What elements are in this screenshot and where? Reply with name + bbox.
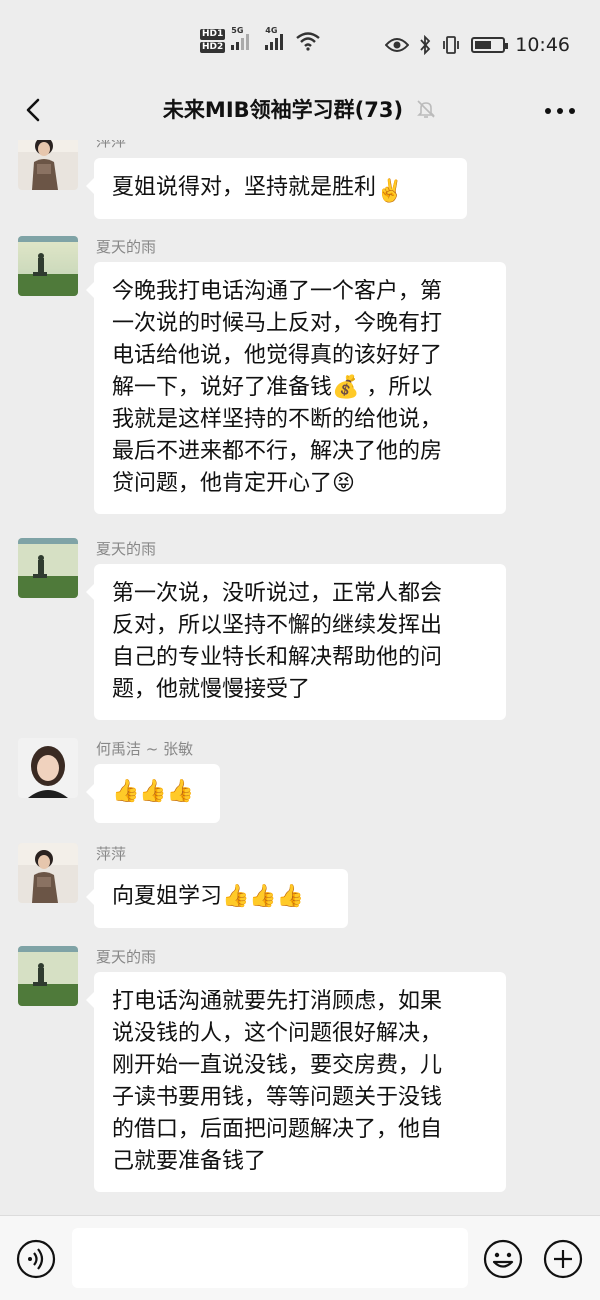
- chat-list[interactable]: 萍萍 夏姐说得对，坚持就是胜利✌️ 夏天的雨 今晚我打电话沟通了一个客户，第 一…: [0, 140, 600, 1215]
- network-4g-label: 4G: [265, 26, 278, 35]
- sender-name: 何禹洁 ~ 张敏: [96, 740, 194, 758]
- nav-bar: 未来MIB领袖学习群(73): [0, 80, 600, 140]
- avatar-woman-image: [18, 843, 78, 903]
- battery-icon: [471, 37, 509, 53]
- status-bar: HD1 HD2 5G 4G 10:46: [0, 0, 600, 90]
- signal-group: HD1 HD2 5G 4G: [200, 26, 321, 56]
- avatar[interactable]: [18, 738, 78, 798]
- avatar-woman-image: [18, 140, 78, 190]
- voice-button[interactable]: [15, 1238, 57, 1280]
- input-bar: [0, 1215, 600, 1300]
- vibrate-icon: [443, 36, 460, 54]
- avatar[interactable]: [18, 843, 78, 903]
- victory-emoji-icon: ✌️: [376, 179, 404, 204]
- message-line: 今晚我打电话沟通了一个客户，第: [112, 279, 443, 304]
- avatar[interactable]: [18, 946, 78, 1006]
- sender-name: 夏天的雨: [96, 540, 157, 558]
- message-bubble[interactable]: 夏姐说得对，坚持就是胜利✌️: [86, 158, 467, 219]
- avatar[interactable]: [18, 538, 78, 598]
- more-button[interactable]: [542, 96, 578, 126]
- eye-icon: [385, 38, 410, 52]
- message-line: 子读书要用钱，等等问题关于没钱: [112, 1085, 443, 1110]
- sender-name: 萍萍: [96, 845, 127, 863]
- battery-level: [475, 41, 492, 49]
- message-text: 向夏姐学习👍👍👍: [112, 884, 305, 909]
- message-line: 己就要准备钱了: [112, 1149, 267, 1174]
- avatar[interactable]: [18, 140, 78, 190]
- network-5g-label: 5G: [231, 26, 244, 35]
- sender-name: 夏天的雨: [96, 238, 157, 256]
- smiley-icon: [483, 1239, 523, 1279]
- message-bubble[interactable]: 今晚我打电话沟通了一个客户，第 一次说的时候马上反对，今晚有打 电话给他说，他觉…: [86, 262, 506, 514]
- message-line: 的借口，后面把问题解决了，他自: [112, 1117, 443, 1142]
- more-horizontal-icon: [545, 108, 575, 114]
- message-bubble[interactable]: 打电话沟通就要先打消顾虑，如果 说没钱的人，这个问题很好解决， 刚开始一直说没钱…: [86, 972, 506, 1192]
- avatar-field-image: [18, 236, 78, 296]
- hd1-badge: HD1: [200, 29, 226, 40]
- message-line: 反对，所以坚持不懈的继续发挥出: [112, 613, 443, 638]
- message-bubble[interactable]: 向夏姐学习👍👍👍: [86, 869, 348, 928]
- avatar-field-image: [18, 946, 78, 1006]
- message-line: 最后不进来都不行，解决了他的房: [112, 439, 443, 464]
- wifi-icon: [296, 32, 321, 51]
- message-bubble[interactable]: 👍👍👍: [86, 764, 220, 823]
- plus-circle-icon: [543, 1239, 583, 1279]
- message-line: 第一次说，没听说过，正常人都会: [112, 581, 443, 606]
- emoji-button[interactable]: [482, 1238, 524, 1280]
- page-title-container: 未来MIB领袖学习群(73): [0, 94, 600, 124]
- voice-icon: [16, 1239, 56, 1279]
- message-line: 刚开始一直说没钱，要交房费，儿: [112, 1053, 443, 1078]
- message-line: 贷问题，他肯定开心了😝: [112, 471, 355, 496]
- sender-name: 夏天的雨: [96, 948, 157, 966]
- bell-off-icon: [417, 100, 435, 118]
- avatar-portrait-image: [18, 738, 78, 798]
- signal-4g-icon: 4G: [265, 26, 284, 50]
- message-line: 说没钱的人，这个问题很好解决，: [112, 1021, 443, 1046]
- message-line: 自己的专业特长和解决帮助他的问: [112, 645, 443, 670]
- more-actions-button[interactable]: [542, 1238, 584, 1280]
- hd2-badge: HD2: [200, 42, 226, 53]
- message-text: 夏姐说得对，坚持就是胜利: [112, 175, 377, 200]
- message-input[interactable]: [72, 1228, 468, 1288]
- thumbs-up-emoji-icon: 👍👍👍: [112, 779, 195, 804]
- bluetooth-icon: [420, 35, 431, 55]
- avatar[interactable]: [18, 236, 78, 296]
- message-line: 我就是这样坚持的不断的给他说，: [112, 407, 443, 432]
- message-bubble[interactable]: 第一次说，没听说过，正常人都会 反对，所以坚持不懈的继续发挥出 自己的专业特长和…: [86, 564, 506, 720]
- message-line: 题，他就慢慢接受了: [112, 677, 311, 702]
- message-line: 电话给他说，他觉得真的该好好了: [112, 343, 443, 368]
- message-line: 一次说的时候马上反对，今晚有打: [112, 311, 443, 336]
- message-line: 解一下，说好了准备钱💰 ，所以: [112, 375, 433, 400]
- page-title: 未来MIB领袖学习群(73): [162, 98, 404, 122]
- sender-name: 萍萍: [96, 140, 127, 150]
- status-icons: 10:46: [385, 30, 570, 60]
- clock: 10:46: [515, 34, 570, 56]
- signal-5g-icon: 5G: [231, 26, 250, 50]
- avatar-field-image: [18, 538, 78, 598]
- message-line: 打电话沟通就要先打消顾虑，如果: [112, 989, 443, 1014]
